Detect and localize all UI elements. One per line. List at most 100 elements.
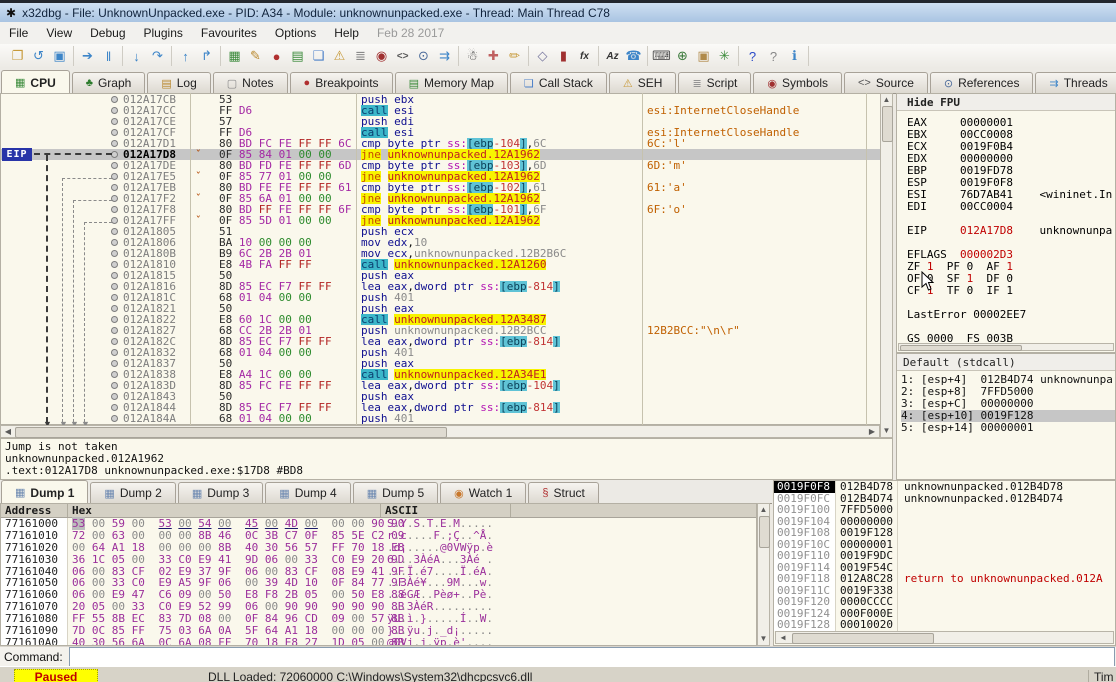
disasm-row[interactable]: 012A184A68 01 04 00 00push 401	[1, 413, 880, 424]
breakpoint-dot-icon[interactable]	[109, 325, 123, 336]
tab-seh[interactable]: ⚠SEH	[609, 72, 677, 93]
breakpoint-dot-icon[interactable]	[109, 193, 123, 204]
breakpoint-dot-icon[interactable]	[109, 105, 123, 116]
comment-icon[interactable]: ✏	[504, 46, 525, 66]
scroll-thumb[interactable]	[882, 106, 893, 142]
tab-references[interactable]: ⊙References	[930, 72, 1034, 93]
tab-script[interactable]: ≣Script	[678, 72, 751, 93]
open-folder-icon[interactable]: ❐	[7, 46, 28, 66]
scroll-down-icon[interactable]: ▼	[758, 634, 769, 644]
stack-row[interactable]: 0019F12800010020	[774, 619, 1115, 631]
scroll-thumb[interactable]	[15, 427, 447, 438]
seh-icon[interactable]: ⚠	[329, 46, 350, 66]
breakpoint-dot-icon[interactable]	[109, 391, 123, 402]
patches-icon[interactable]: ✚	[483, 46, 504, 66]
breakpoint-dot-icon[interactable]	[109, 281, 123, 292]
command-input[interactable]	[69, 647, 1115, 667]
disasm-vscrollbar[interactable]: ▲ ▼	[880, 93, 893, 438]
tab-threads[interactable]: ⇉Threads	[1035, 72, 1116, 93]
breakpoint-dot-icon[interactable]	[109, 369, 123, 380]
cpu-icon[interactable]: ▦	[224, 46, 245, 66]
title-bar[interactable]: ✱ x32dbg - File: UnknownUnpacked.exe - P…	[0, 0, 1116, 22]
register-row[interactable]: LastError 00002EE7	[907, 309, 1115, 321]
breakpoint-dot-icon[interactable]	[109, 347, 123, 358]
close-icon[interactable]: ▣	[49, 46, 70, 66]
references-icon[interactable]: ⊙	[413, 46, 434, 66]
snowman-icon[interactable]: ☃	[462, 46, 483, 66]
breakpoint-icon[interactable]: ●	[266, 46, 287, 66]
source-icon[interactable]: <>	[392, 46, 413, 66]
argument-row[interactable]: 5: [esp+14] 00000001	[901, 422, 1115, 434]
breakpoint-dot-icon[interactable]	[109, 127, 123, 138]
tab-dump-4[interactable]: ▦Dump 4	[265, 482, 350, 503]
stack-row[interactable]: 0019F118012A8C28return to unknownunpacke…	[774, 573, 1115, 585]
help-icon[interactable]: ?	[742, 46, 763, 66]
menu-item-file[interactable]: File	[0, 23, 37, 43]
scroll-up-icon[interactable]: ▲	[881, 95, 892, 105]
breakpoint-dot-icon[interactable]	[109, 160, 123, 171]
dump-row[interactable]: 771610A040 30 56 6A 0C 6A 08 FF 70 18 E8…	[1, 637, 756, 646]
tab-breakpoints[interactable]: ●Breakpoints	[290, 72, 393, 93]
dump-rows[interactable]: 7716100053 00 59 00 53 00 54 00 45 00 4D…	[1, 518, 756, 646]
tab-log[interactable]: ▤Log	[147, 72, 210, 93]
breakpoint-dot-icon[interactable]	[109, 292, 123, 303]
scroll-left-icon[interactable]: ◀	[778, 633, 788, 643]
register-row[interactable]: CF 1 TF 0 IF 1	[907, 285, 1115, 297]
menu-item-favourites[interactable]: Favourites	[192, 23, 266, 43]
breakpoint-dot-icon[interactable]	[109, 204, 123, 215]
breakpoint-dot-icon[interactable]	[109, 94, 123, 105]
stack-hscrollbar[interactable]: ◀	[775, 631, 1114, 644]
menu-item-debug[interactable]: Debug	[81, 23, 134, 43]
breakpoint-dot-icon[interactable]	[109, 270, 123, 281]
breakpoint-dot-icon[interactable]	[109, 226, 123, 237]
notes-icon[interactable]: ✎	[245, 46, 266, 66]
menu-item-options[interactable]: Options	[266, 23, 325, 43]
tab-watch-1[interactable]: ◉Watch 1	[440, 482, 526, 503]
scroll-thumb[interactable]	[900, 345, 1022, 351]
step-over-icon[interactable]: ↷	[147, 46, 168, 66]
breakpoint-dot-icon[interactable]	[109, 259, 123, 270]
stack-row[interactable]: 0019F1080019F128	[774, 527, 1115, 539]
internet-icon[interactable]: ⊕	[672, 46, 693, 66]
breakpoint-dot-icon[interactable]	[109, 116, 123, 127]
appearance-icon[interactable]: Az	[602, 46, 623, 66]
tab-dump-3[interactable]: ▦Dump 3	[178, 482, 263, 503]
breakpoint-dot-icon[interactable]	[109, 402, 123, 413]
execute-till-return-icon[interactable]: ↱	[196, 46, 217, 66]
stack-panel[interactable]: 0019F0F8012B4D78unknownunpacked.012B4D78…	[773, 480, 1116, 646]
tab-call-stack[interactable]: ❏Call Stack	[510, 72, 607, 93]
scroll-right-icon[interactable]: ▶	[867, 427, 877, 437]
scroll-thumb[interactable]	[792, 633, 934, 644]
stack-row[interactable]: 0019F1200000CCCC	[774, 596, 1115, 608]
screenshot-icon[interactable]: ▣	[693, 46, 714, 66]
breakpoint-dot-icon[interactable]	[109, 248, 123, 259]
arguments-list[interactable]: 1: [esp+4] 012B4D74 unknownunpa2: [esp+8…	[897, 371, 1115, 434]
breakpoint-dot-icon[interactable]	[109, 303, 123, 314]
favourites-icon[interactable]: ▮	[553, 46, 574, 66]
tab-notes[interactable]: ▢Notes	[213, 72, 288, 93]
breakpoint-dot-icon[interactable]	[109, 237, 123, 248]
about-icon[interactable]: ℹ	[784, 46, 805, 66]
tab-symbols[interactable]: ◉Symbols	[753, 72, 842, 93]
call-arguments-panel[interactable]: Default (stdcall) 1: [esp+4] 012B4D74 un…	[896, 353, 1116, 480]
breakpoint-dot-icon[interactable]	[109, 413, 123, 424]
symbols-icon[interactable]: ◉	[371, 46, 392, 66]
tab-cpu[interactable]: ▦CPU	[1, 70, 70, 94]
tab-dump-2[interactable]: ▦Dump 2	[90, 482, 175, 503]
call-stack-icon[interactable]: ❏	[308, 46, 329, 66]
dump-vscrollbar[interactable]: ▲ ▼	[757, 503, 770, 646]
register-row[interactable]: EIP 012A17D8 unknownunpa	[907, 225, 1115, 237]
step-out-icon[interactable]: ↑	[175, 46, 196, 66]
threads-icon[interactable]: ⇉	[434, 46, 455, 66]
registers-panel[interactable]: Hide FPU EAX 00000001EBX 00CC0008ECX 001…	[896, 93, 1116, 353]
tab-graph[interactable]: ♣Graph	[72, 72, 146, 93]
disasm-hscrollbar[interactable]: ◀ ▶	[0, 425, 880, 438]
hide-fpu-button[interactable]: Hide FPU	[897, 94, 1115, 111]
breakpoint-dot-icon[interactable]	[109, 358, 123, 369]
attach-icon[interactable]: ☎	[623, 46, 644, 66]
step-into-icon[interactable]: ↓	[126, 46, 147, 66]
tab-source[interactable]: <>Source	[844, 72, 928, 93]
pause-icon[interactable]: ‖	[98, 46, 119, 66]
hex-dump-panel[interactable]: Address Hex ASCII 7716100053 00 59 00 53…	[0, 503, 757, 646]
breakpoint-dot-icon[interactable]	[109, 380, 123, 391]
